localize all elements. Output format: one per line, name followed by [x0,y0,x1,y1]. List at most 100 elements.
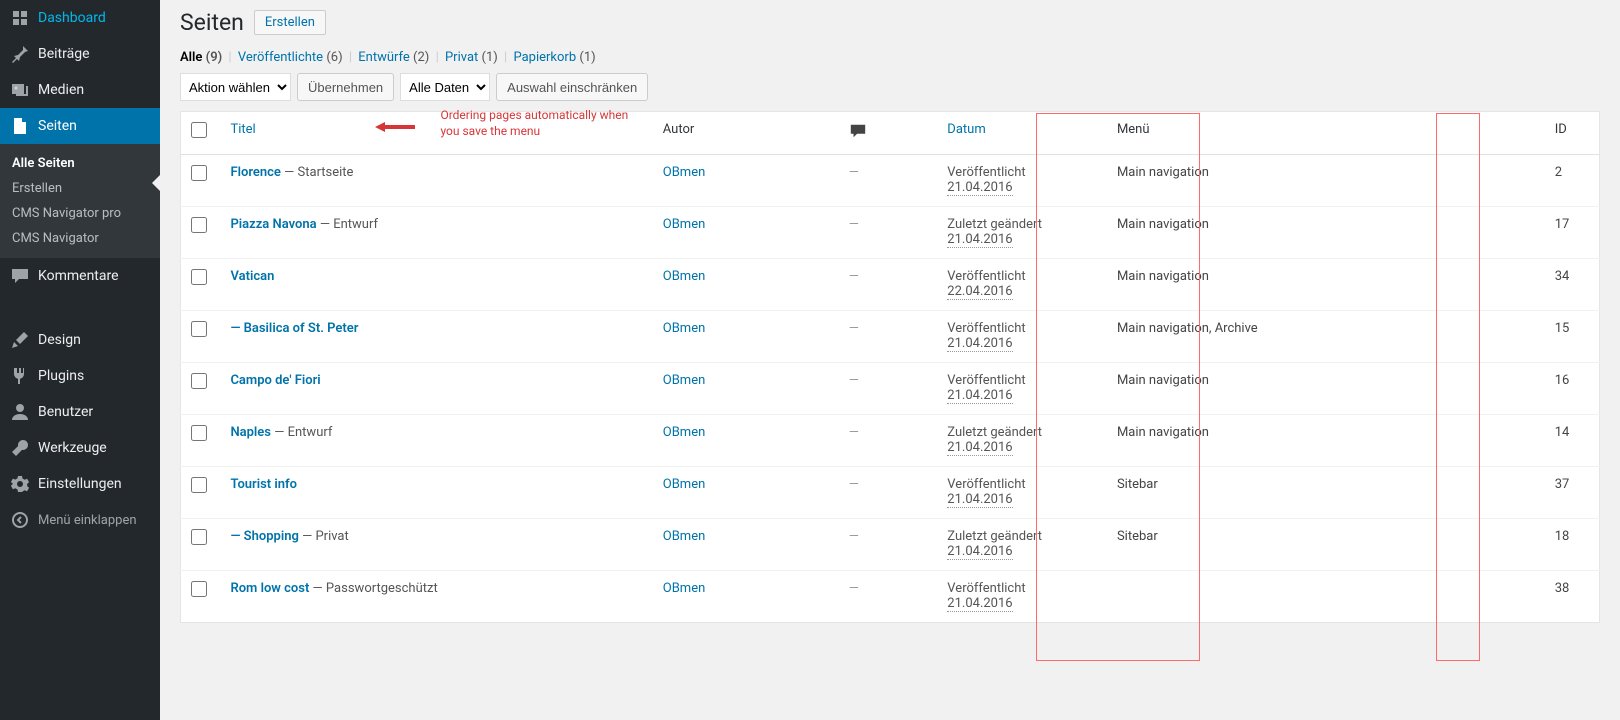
row-checkbox[interactable] [191,581,207,597]
sidebar-item-design[interactable]: Design [0,322,160,358]
row-checkbox[interactable] [191,477,207,493]
row-date: 21.04.2016 [947,232,1012,248]
row-id: 15 [1555,321,1570,336]
page-icon [10,116,30,136]
sidebar-item-label: Medien [38,82,84,98]
column-comments-header[interactable] [839,112,938,155]
row-checkbox[interactable] [191,373,207,389]
column-date-header[interactable]: Datum [937,112,1107,155]
title-prefix: — [230,529,243,544]
annotation-text: Ordering pages automatically when you sa… [440,108,640,139]
row-id: 34 [1555,269,1570,284]
bulk-action-select[interactable]: Aktion wählen [180,73,291,101]
sidebar-subitem-cms-navigator[interactable]: CMS Navigator [0,226,160,251]
row-menu: Main navigation [1117,269,1209,284]
sidebar-item-seiten[interactable]: Seiten [0,108,160,144]
author-link[interactable]: OBmen [663,425,706,440]
title-suffix: — Startseite [281,165,354,180]
sidebar-subitem-alle-seiten[interactable]: Alle Seiten [0,151,160,176]
add-new-button[interactable]: Erstellen [254,10,326,35]
row-checkbox[interactable] [191,165,207,181]
comments-count: — [849,477,859,492]
title-suffix: — Entwurf [271,425,332,440]
author-link[interactable]: OBmen [663,165,706,180]
table-row: VaticanOBmen—Veröffentlicht22.04.2016Mai… [181,259,1600,311]
page-header: Seiten Erstellen [180,0,1600,40]
sidebar-item-label: Design [38,332,81,348]
author-link[interactable]: OBmen [663,269,706,284]
page-title-link[interactable]: Basilica of St. Peter [244,321,359,336]
row-id: 14 [1555,425,1570,440]
date-filter-select[interactable]: Alle Daten [400,73,490,101]
filter-published[interactable]: Veröffentlichte (6) [238,50,343,65]
comments-count: — [849,269,859,284]
sidebar-item-kommentare[interactable]: Kommentare [0,258,160,294]
page-title-link[interactable]: Piazza Navona [230,217,316,232]
row-date: 22.04.2016 [947,284,1012,300]
brush-icon [10,330,30,350]
sidebar-item-beiträge[interactable]: Beiträge [0,36,160,72]
filter-button[interactable]: Auswahl einschränken [496,73,648,101]
row-menu: Main navigation [1117,217,1209,232]
page-title-link[interactable]: Tourist info [230,477,297,492]
row-date: 21.04.2016 [947,388,1012,404]
row-id: 16 [1555,373,1570,388]
page-title-link[interactable]: Campo de' Fiori [230,373,320,388]
row-checkbox[interactable] [191,321,207,337]
filter-trash[interactable]: Papierkorb (1) [513,50,595,65]
page-title-link[interactable]: Vatican [230,269,274,284]
sidebar-item-dashboard[interactable]: Dashboard [0,0,160,36]
filter-drafts[interactable]: Entwürfe (2) [358,50,429,65]
row-id: 18 [1555,529,1570,544]
collapse-icon [10,510,30,530]
select-all-checkbox[interactable] [191,122,207,138]
sidebar-item-label: Dashboard [38,10,106,26]
sidebar-subitem-cms-navigator-pro[interactable]: CMS Navigator pro [0,201,160,226]
page-title-link[interactable]: Florence [230,165,280,180]
dashboard-icon [10,8,30,28]
tools-icon [10,438,30,458]
pages-table: Titel Ordering pages automatically when … [180,111,1600,623]
sidebar-item-label: Kommentare [38,268,119,284]
row-id: 37 [1555,477,1570,492]
row-checkbox[interactable] [191,529,207,545]
bulk-toolbar: Aktion wählen Übernehmen Alle Daten Ausw… [180,73,1600,101]
pin-icon [10,44,30,64]
author-link[interactable]: OBmen [663,321,706,336]
filter-private[interactable]: Privat (1) [445,50,498,65]
comments-count: — [849,321,859,336]
row-checkbox[interactable] [191,217,207,233]
table-row: — Shopping — PrivatOBmen—Zuletzt geänder… [181,519,1600,571]
page-title-link[interactable]: Naples [230,425,271,440]
sidebar-item-werkzeuge[interactable]: Werkzeuge [0,430,160,466]
table-row: Piazza Navona — EntwurfOBmen—Zuletzt geä… [181,207,1600,259]
collapse-menu-button[interactable]: Menü einklappen [0,502,160,538]
sidebar-item-plugins[interactable]: Plugins [0,358,160,394]
comments-count: — [849,217,859,232]
row-status: Veröffentlicht [947,477,1025,492]
author-link[interactable]: OBmen [663,529,706,544]
sidebar-subitem-erstellen[interactable]: Erstellen [0,176,160,201]
media-icon [10,80,30,100]
row-menu: Sitebar [1117,529,1158,544]
row-menu: Main navigation [1117,373,1209,388]
filter-all[interactable]: Alle (9) [180,50,222,65]
sidebar-item-medien[interactable]: Medien [0,72,160,108]
arrow-icon [375,114,415,138]
author-link[interactable]: OBmen [663,581,706,596]
column-title-header[interactable]: Titel Ordering pages automatically when … [220,112,652,155]
status-filters: Alle (9) | Veröffentlichte (6) | Entwürf… [180,50,1600,65]
row-status: Zuletzt geändert [947,425,1042,440]
row-date: 21.04.2016 [947,440,1012,456]
row-checkbox[interactable] [191,269,207,285]
page-title-link[interactable]: Shopping [244,529,299,544]
title-suffix: — Entwurf [317,217,378,232]
sidebar-item-einstellungen[interactable]: Einstellungen [0,466,160,502]
author-link[interactable]: OBmen [663,217,706,232]
row-checkbox[interactable] [191,425,207,441]
author-link[interactable]: OBmen [663,373,706,388]
page-title-link[interactable]: Rom low cost [230,581,309,596]
author-link[interactable]: OBmen [663,477,706,492]
apply-button[interactable]: Übernehmen [297,73,394,101]
sidebar-item-benutzer[interactable]: Benutzer [0,394,160,430]
